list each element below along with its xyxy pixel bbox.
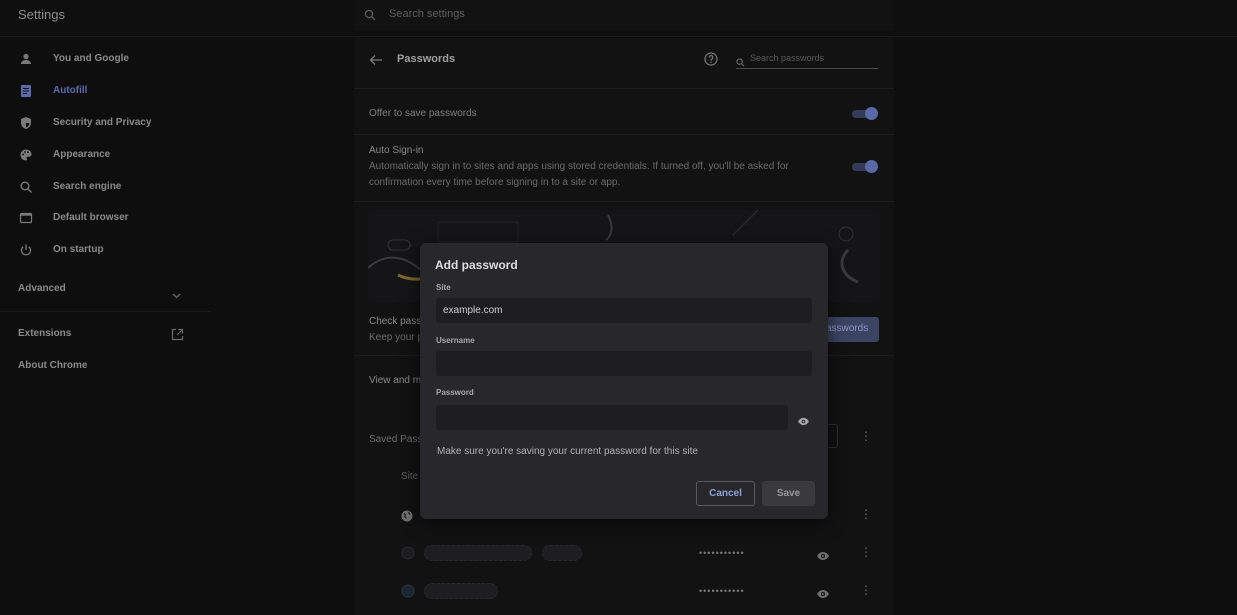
sidebar-about[interactable]: About Chrome — [18, 360, 87, 371]
sidebar-divider — [0, 311, 210, 312]
auto-signin-desc: confirmation every time before signing i… — [369, 177, 621, 188]
shield-icon — [19, 116, 33, 130]
sidebar-item-you-and-google[interactable]: You and Google — [0, 45, 210, 73]
globe-icon — [401, 509, 413, 527]
sidebar-item-search-engine[interactable]: Search engine — [0, 173, 210, 201]
search-icon — [736, 54, 745, 72]
blurred-site-name — [424, 583, 498, 599]
eye-icon[interactable] — [816, 548, 830, 566]
view-manage-label: View and m — [369, 375, 422, 386]
username-field-container — [436, 351, 812, 376]
divider — [354, 134, 894, 135]
divider — [354, 88, 894, 89]
more-vert-icon[interactable]: ⋮ — [860, 583, 872, 597]
save-button[interactable]: Save — [762, 481, 815, 506]
sidebar: You and Google Autofill Security and Pri… — [0, 38, 210, 615]
masked-password: ••••••••••• — [699, 586, 745, 596]
search-icon — [364, 8, 376, 26]
more-vert-icon[interactable]: ⋮ — [860, 507, 872, 521]
check-passwords-button-label: asswords — [826, 323, 869, 334]
username-input[interactable] — [437, 352, 811, 375]
password-search-input[interactable]: Search passwords — [736, 51, 878, 69]
browser-icon — [19, 211, 33, 225]
site-input[interactable] — [437, 299, 811, 322]
site-field-label: Site — [436, 283, 451, 292]
saved-passwords-heading: Saved Pass — [369, 434, 423, 445]
sidebar-item-label: Appearance — [53, 149, 111, 160]
password-input[interactable] — [437, 406, 787, 429]
power-icon — [19, 243, 33, 257]
site-favicon — [401, 584, 415, 603]
settings-window: Settings Search settings You and Google … — [0, 0, 1237, 615]
dialog-note: Make sure you're saving your current pas… — [437, 446, 698, 457]
divider — [354, 201, 894, 202]
site-favicon — [401, 546, 415, 565]
sidebar-extensions[interactable]: Extensions — [18, 328, 71, 339]
app-title: Settings — [18, 7, 65, 22]
sidebar-item-label: Security and Privacy — [53, 117, 152, 128]
sidebar-item-security[interactable]: Security and Privacy — [0, 109, 210, 137]
dialog-title: Add password — [435, 258, 518, 272]
sidebar-item-on-startup[interactable]: On startup — [0, 236, 210, 264]
sidebar-item-label: You and Google — [53, 53, 129, 64]
auto-signin-title: Auto Sign-in — [369, 145, 424, 156]
sidebar-item-appearance[interactable]: Appearance — [0, 141, 210, 169]
sidebar-item-label: Autofill — [53, 85, 88, 96]
more-vert-icon[interactable]: ⋮ — [860, 545, 872, 559]
add-password-dialog: Add password Site Username Password Make… — [420, 243, 828, 519]
cancel-button[interactable]: Cancel — [696, 481, 755, 506]
blurred-site-name — [424, 545, 532, 561]
search-icon — [19, 180, 33, 194]
masked-password: ••••••••••• — [699, 548, 745, 558]
check-passwords-label: Check pass — [369, 316, 422, 327]
settings-search-input[interactable]: Search settings — [354, 0, 894, 31]
sidebar-item-label: Search engine — [53, 181, 122, 192]
eye-icon[interactable] — [816, 586, 830, 604]
page-title: Passwords — [397, 53, 456, 65]
offer-to-save-label: Offer to save passwords — [369, 108, 477, 119]
site-field-container — [436, 298, 812, 323]
sidebar-item-autofill[interactable]: Autofill — [0, 77, 210, 105]
show-password-eye-icon[interactable] — [797, 413, 810, 431]
sidebar-item-default-browser[interactable]: Default browser — [0, 204, 210, 232]
autofill-icon — [19, 84, 33, 98]
top-bar: Settings Search settings — [0, 0, 1237, 37]
open-in-new-icon[interactable] — [171, 328, 184, 346]
palette-icon — [19, 148, 33, 162]
username-field-label: Username — [436, 336, 475, 345]
sidebar-item-label: Default browser — [53, 212, 129, 223]
password-field-label: Password — [436, 388, 474, 397]
chevron-down-icon[interactable] — [172, 286, 181, 304]
sidebar-item-label: On startup — [53, 244, 104, 255]
check-passwords-button[interactable]: asswords — [826, 317, 879, 342]
auto-signin-toggle[interactable] — [852, 160, 878, 174]
search-placeholder: Search passwords — [750, 53, 825, 63]
check-passwords-desc: Keep your p — [369, 332, 423, 343]
site-column-header: Site — [401, 471, 419, 482]
offer-to-save-toggle[interactable] — [852, 107, 878, 121]
password-field-container — [436, 405, 788, 430]
more-vert-icon[interactable]: ⋮ — [860, 429, 872, 443]
search-placeholder: Search settings — [389, 8, 465, 20]
back-arrow-icon[interactable] — [369, 53, 383, 71]
person-icon — [19, 52, 33, 66]
auto-signin-desc: Automatically sign in to sites and apps … — [369, 161, 789, 172]
help-icon[interactable] — [704, 52, 718, 71]
blurred-username — [542, 545, 582, 561]
sidebar-advanced[interactable]: Advanced — [18, 283, 66, 294]
